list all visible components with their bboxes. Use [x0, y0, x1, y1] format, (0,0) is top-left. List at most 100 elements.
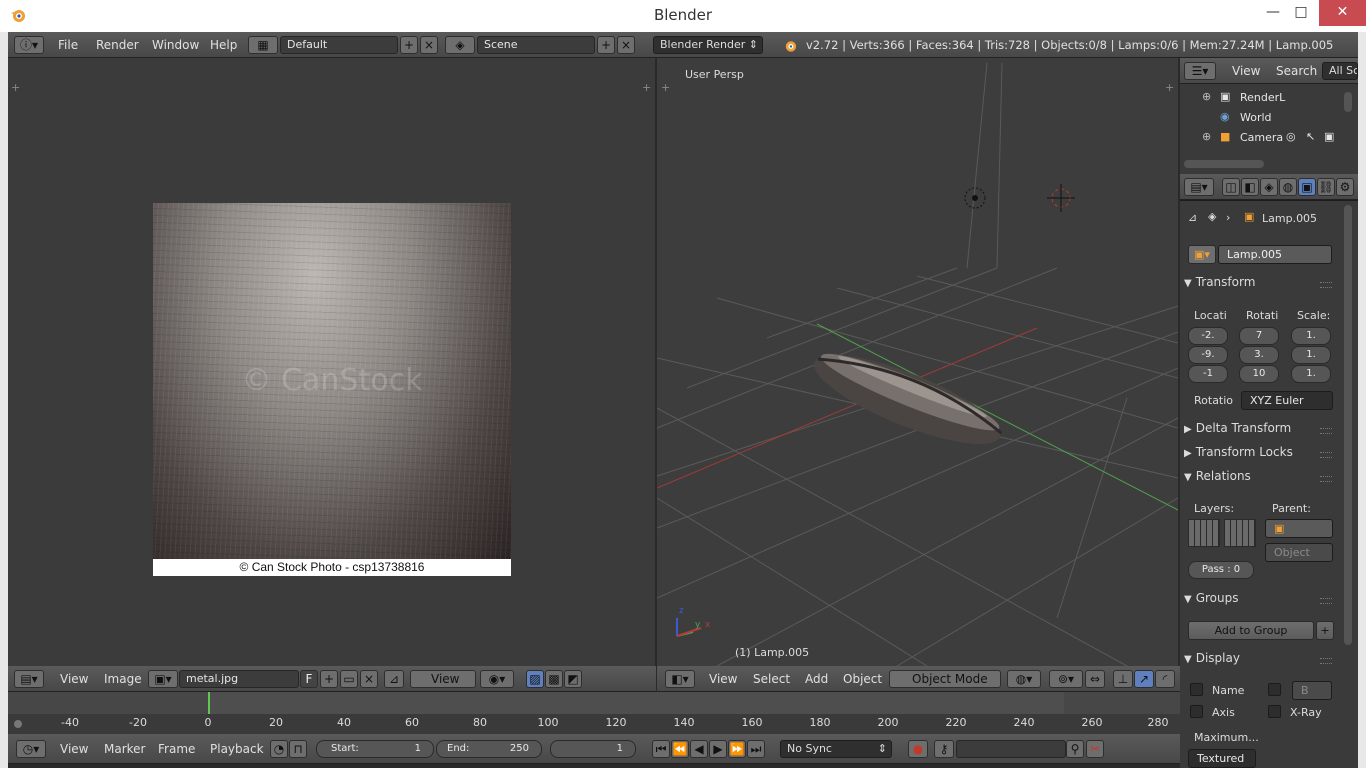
- menu-image[interactable]: Image: [104, 672, 142, 686]
- image-editor-area[interactable]: + + © CanStock © Can Stock Photo - csp13…: [8, 58, 655, 666]
- bounds-type-dropdown[interactable]: B: [1292, 681, 1332, 700]
- add-scene-button[interactable]: +: [597, 36, 615, 54]
- panel-grip-icon[interactable]: [1320, 428, 1332, 434]
- scene-picker-button[interactable]: ◈: [445, 36, 475, 54]
- delete-scene-button[interactable]: ×: [617, 36, 635, 54]
- pin-icon[interactable]: ⊿: [384, 670, 404, 688]
- menu-object[interactable]: Object: [843, 672, 882, 686]
- area-split-corner-icon[interactable]: +: [1165, 82, 1175, 93]
- pass-index-field[interactable]: Pass : 0: [1188, 561, 1254, 579]
- relations-panel-header[interactable]: ▼ Relations: [1184, 469, 1336, 489]
- menu-view[interactable]: View: [60, 672, 88, 686]
- delta-transform-panel-header[interactable]: ▶ Delta Transform: [1184, 421, 1336, 441]
- scale-x-field[interactable]: 1.: [1291, 327, 1331, 345]
- editor-type-3dview-button[interactable]: ◧▾: [665, 670, 695, 688]
- menu-help[interactable]: Help: [210, 38, 237, 52]
- layout-picker-button[interactable]: ▦: [248, 36, 278, 54]
- delete-layout-button[interactable]: ×: [420, 36, 438, 54]
- display-axis-checkbox[interactable]: [1190, 705, 1203, 718]
- panel-grip-icon[interactable]: [1320, 282, 1332, 288]
- display-panel-header[interactable]: ▼ Display: [1184, 651, 1336, 671]
- object-browse-button[interactable]: ▣▾: [1188, 245, 1216, 264]
- area-split-corner-icon[interactable]: +: [642, 82, 652, 93]
- panel-grip-icon[interactable]: [1320, 658, 1332, 664]
- menu-render[interactable]: Render: [96, 38, 139, 52]
- preview-range-icon[interactable]: ◔: [270, 740, 288, 758]
- 3d-viewport[interactable]: User Persp z y x (1) Lamp.005 + +: [657, 58, 1178, 666]
- close-window-button[interactable]: ✕: [1319, 0, 1366, 26]
- add-to-group-button[interactable]: Add to Group: [1188, 621, 1314, 640]
- jump-next-keyframe-icon[interactable]: ⏩: [728, 740, 746, 758]
- constraints-context-icon[interactable]: ⛓: [1317, 178, 1335, 196]
- editor-type-timeline-button[interactable]: ◷▾: [16, 740, 46, 758]
- rotation-x-field[interactable]: 7: [1239, 327, 1279, 345]
- maximum-draw-type-dropdown[interactable]: Textured: [1188, 749, 1256, 768]
- render-engine-dropdown[interactable]: Blender Render ⇕: [653, 36, 763, 54]
- render-layers-context-icon[interactable]: ◧: [1241, 178, 1259, 196]
- panel-grip-icon[interactable]: [1320, 452, 1332, 458]
- panel-grip-icon[interactable]: [1320, 476, 1332, 482]
- menu-frame[interactable]: Frame: [158, 742, 195, 756]
- modifiers-context-icon[interactable]: ⚙: [1336, 178, 1354, 196]
- translate-manipulator-icon[interactable]: ⊥: [1113, 670, 1133, 688]
- menu-select[interactable]: Select: [753, 672, 790, 686]
- mode-dropdown[interactable]: Object Mode: [889, 670, 1001, 688]
- add-layout-button[interactable]: +: [400, 36, 418, 54]
- parent-field[interactable]: ▣: [1265, 519, 1333, 538]
- viewport-shading-dropdown[interactable]: ◍▾: [1007, 670, 1041, 688]
- menu-marker[interactable]: Marker: [104, 742, 145, 756]
- editor-type-properties-button[interactable]: ▤▾: [1184, 178, 1214, 196]
- area-split-corner-icon[interactable]: +: [661, 82, 671, 93]
- scale-y-field[interactable]: 1.: [1291, 346, 1331, 364]
- open-image-folder-icon[interactable]: ▭: [340, 670, 358, 688]
- current-frame-field[interactable]: 1: [550, 740, 636, 758]
- menu-view[interactable]: View: [60, 742, 88, 756]
- properties-scrollbar[interactable]: [1344, 205, 1352, 645]
- parent-type-dropdown[interactable]: Object: [1265, 543, 1333, 562]
- delete-keyframe-icon[interactable]: ✂: [1086, 740, 1104, 758]
- menu-add[interactable]: Add: [805, 672, 828, 686]
- transform-panel-header[interactable]: ▼ Transform: [1184, 275, 1336, 295]
- manipulator-toggle-icon[interactable]: ⇔: [1085, 670, 1105, 688]
- add-group-plus-button[interactable]: +: [1316, 621, 1334, 640]
- image-browse-button[interactable]: ▣▾: [148, 670, 178, 688]
- sync-mode-dropdown[interactable]: No Sync ⇕: [780, 740, 892, 758]
- image-name-field[interactable]: metal.jpg: [179, 670, 299, 688]
- menu-view[interactable]: View: [1232, 64, 1260, 78]
- outliner-vertical-scrollbar[interactable]: [1344, 92, 1352, 112]
- timeline-area[interactable]: -40 -20 0 20 40 60 80 100 120 140 160 18…: [8, 692, 1180, 738]
- menu-search[interactable]: Search: [1276, 64, 1317, 78]
- unlink-image-button[interactable]: ×: [360, 670, 378, 688]
- outliner-item-world[interactable]: ◉ World: [1180, 108, 1340, 128]
- editor-type-info-button[interactable]: ⓘ▾: [14, 36, 44, 54]
- jump-prev-keyframe-icon[interactable]: ⏪: [671, 740, 689, 758]
- view-mode-dropdown[interactable]: View: [410, 670, 476, 688]
- expand-icon[interactable]: ⊕: [1202, 90, 1211, 103]
- rotation-z-field[interactable]: 10: [1239, 365, 1279, 383]
- jump-to-start-icon[interactable]: ⏮: [652, 740, 670, 758]
- fake-user-toggle[interactable]: F: [300, 670, 318, 688]
- current-frame-marker[interactable]: [208, 692, 210, 714]
- rotation-mode-dropdown[interactable]: XYZ Euler: [1241, 391, 1333, 410]
- location-z-field[interactable]: -1: [1188, 365, 1228, 383]
- play-reverse-icon[interactable]: ◀: [690, 740, 708, 758]
- world-context-icon[interactable]: ◍: [1279, 178, 1297, 196]
- object-context-icon[interactable]: ▣: [1298, 178, 1316, 196]
- expand-icon[interactable]: ⊕: [1202, 130, 1211, 143]
- end-frame-field[interactable]: End: 250: [436, 740, 542, 758]
- transform-locks-panel-header[interactable]: ▶ Transform Locks: [1184, 445, 1336, 465]
- scene-context-icon[interactable]: ◈: [1260, 178, 1278, 196]
- keying-set-icon[interactable]: ⚷: [934, 740, 954, 758]
- maximize-button[interactable]: □: [1284, 0, 1318, 26]
- editor-type-image-button[interactable]: ▤▾: [14, 670, 44, 688]
- timeline-scroll-handle[interactable]: [14, 720, 22, 728]
- menu-playback[interactable]: Playback: [210, 742, 264, 756]
- display-xray-checkbox[interactable]: [1268, 705, 1281, 718]
- panel-grip-icon[interactable]: [1320, 598, 1332, 604]
- new-image-button[interactable]: +: [320, 670, 338, 688]
- lock-time-icon[interactable]: ⊓: [289, 740, 307, 758]
- alpha-channel-icon[interactable]: ▩: [545, 670, 563, 688]
- display-filter-dropdown[interactable]: All Sc: [1322, 62, 1358, 80]
- area-split-corner-icon[interactable]: +: [11, 82, 21, 93]
- groups-panel-header[interactable]: ▼ Groups: [1184, 591, 1336, 611]
